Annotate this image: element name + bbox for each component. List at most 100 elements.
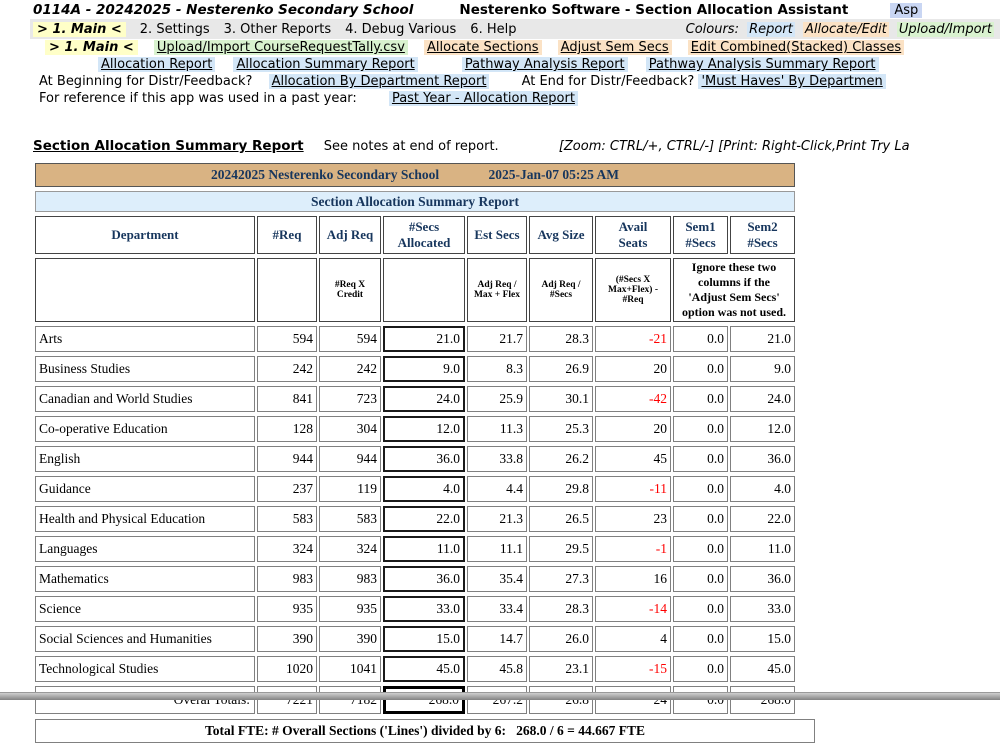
cell-avail-seats: -1 bbox=[595, 536, 671, 562]
cell-adj-req: 583 bbox=[319, 506, 381, 532]
table-row: Mathematics98398336.035.427.3160.036.0 bbox=[35, 566, 795, 592]
cell-secs-allocated: 33.0 bbox=[383, 596, 465, 622]
table-row: Technological Studies1020104145.045.823.… bbox=[35, 656, 795, 682]
table-row: English94494436.033.826.2450.036.0 bbox=[35, 446, 795, 472]
cell-avail-seats: 4 bbox=[595, 626, 671, 652]
cell-avg-size: 28.3 bbox=[529, 596, 593, 622]
cell-sem1-secs: 0.0 bbox=[673, 656, 728, 682]
cell-sem1-secs: 0.0 bbox=[673, 386, 728, 412]
col-avg-size: Avg Size bbox=[529, 216, 593, 254]
cell-est-secs: 11.3 bbox=[467, 416, 527, 442]
toolbar-row-4: For reference if this app was used in a … bbox=[30, 90, 1000, 107]
cell-req: 7221 bbox=[257, 686, 317, 714]
menu-item-main-active[interactable]: > 1. Main < bbox=[33, 22, 126, 37]
cell-req: 390 bbox=[257, 626, 317, 652]
cell-adj-req: 324 bbox=[319, 536, 381, 562]
zoom-print-hint: [Zoom: CTRL/+, CTRL/-] [Print: Right-Cli… bbox=[559, 139, 910, 154]
toolbar: > 1. Main < Upload/Import CourseRequestT… bbox=[30, 39, 1000, 107]
cell-sem2-secs: 11.0 bbox=[730, 536, 795, 562]
cell-est-secs: 267.2 bbox=[467, 686, 527, 714]
cell-secs-allocated: 9.0 bbox=[383, 356, 465, 382]
cell-sem1-secs: 0.0 bbox=[673, 536, 728, 562]
cell-adj-req: 7182 bbox=[319, 686, 381, 714]
col-sem1-secs: Sem1 #Secs bbox=[673, 216, 728, 254]
table-title: Section Allocation Summary Report bbox=[35, 191, 795, 212]
allocation-report-link[interactable]: Allocation Report bbox=[98, 57, 215, 72]
toolbar-row-2: Allocation Report Allocation Summary Rep… bbox=[30, 56, 1000, 73]
menu-item-debug-various[interactable]: 4. Debug Various bbox=[345, 22, 456, 37]
cell-adj-req: 723 bbox=[319, 386, 381, 412]
edit-combined-classes-link[interactable]: Edit Combined(Stacked) Classes bbox=[688, 40, 904, 55]
cell-sem1-secs: 0.0 bbox=[673, 446, 728, 472]
school-year-name: 20242025 Nesterenko Secondary School bbox=[211, 167, 439, 182]
totals-row: Overal Totals:72217182268.0267.226.8240.… bbox=[35, 686, 795, 714]
horizontal-scrollbar[interactable] bbox=[0, 692, 1000, 700]
cell-est-secs: 35.4 bbox=[467, 566, 527, 592]
cell-sem1-secs: 0.0 bbox=[673, 356, 728, 382]
cell-adj-req: 944 bbox=[319, 446, 381, 472]
pathway-analysis-summary-report-link[interactable]: Pathway Analysis Summary Report bbox=[646, 57, 879, 72]
allocate-sections-link[interactable]: Allocate Sections bbox=[424, 40, 541, 55]
table-title-row: Section Allocation Summary Report bbox=[35, 191, 795, 212]
cell-est-secs: 21.7 bbox=[467, 326, 527, 352]
col-req: #Req bbox=[257, 216, 317, 254]
cell-avail-seats: -15 bbox=[595, 656, 671, 682]
cell-avg-size: 29.8 bbox=[529, 476, 593, 502]
menu-item-other-reports[interactable]: 3. Other Reports bbox=[224, 22, 331, 37]
cell-req: 242 bbox=[257, 356, 317, 382]
sub-sem-note: Ignore these two columns if the 'Adjust … bbox=[673, 258, 795, 322]
pathway-analysis-report-link[interactable]: Pathway Analysis Report bbox=[462, 57, 628, 72]
table-row: Canadian and World Studies84172324.025.9… bbox=[35, 386, 795, 412]
must-haves-by-department-link[interactable]: 'Must Haves' By Departmen bbox=[698, 74, 885, 89]
menu-item-help[interactable]: 6. Help bbox=[470, 22, 516, 37]
asp-badge[interactable]: Asp bbox=[890, 3, 922, 18]
col-est-secs: Est Secs bbox=[467, 216, 527, 254]
table-row: Languages32432411.011.129.5-10.011.0 bbox=[35, 536, 795, 562]
cell-secs-allocated: 11.0 bbox=[383, 536, 465, 562]
sub-department-empty bbox=[35, 258, 255, 322]
cell-req: 841 bbox=[257, 386, 317, 412]
adjust-sem-secs-link[interactable]: Adjust Sem Secs bbox=[558, 40, 672, 55]
school-header-row: 20242025 Nesterenko Secondary School 202… bbox=[35, 163, 795, 187]
cell-req: 594 bbox=[257, 326, 317, 352]
school-context-title: 0114A - 20242025 - Nesterenko Secondary … bbox=[33, 2, 413, 18]
cell-req: 944 bbox=[257, 446, 317, 472]
cell-department: English bbox=[35, 446, 255, 472]
column-header-row: Department #Req Adj Req #Secs Allocated … bbox=[35, 216, 795, 254]
cell-secs-allocated: 268.0 bbox=[383, 686, 465, 714]
past-year-allocation-report-link[interactable]: Past Year - Allocation Report bbox=[389, 91, 578, 106]
menu-item-settings[interactable]: 2. Settings bbox=[140, 22, 210, 37]
report-note: See notes at end of report. bbox=[324, 139, 499, 154]
toolbar-main-active[interactable]: > 1. Main < bbox=[45, 40, 138, 55]
table-row: Business Studies2422429.08.326.9200.09.0 bbox=[35, 356, 795, 382]
total-fte-bar: Total FTE: # Overall Sections ('Lines') … bbox=[35, 719, 815, 743]
cell-adj-req: 242 bbox=[319, 356, 381, 382]
allocation-summary-report-link[interactable]: Allocation Summary Report bbox=[233, 57, 417, 72]
table-row: Science93593533.033.428.3-140.033.0 bbox=[35, 596, 795, 622]
cell-department: Guidance bbox=[35, 476, 255, 502]
cell-avail-seats: 20 bbox=[595, 416, 671, 442]
cell-est-secs: 33.4 bbox=[467, 596, 527, 622]
sub-secs-allocated-empty bbox=[383, 258, 465, 322]
toolbar-row-1: > 1. Main < Upload/Import CourseRequestT… bbox=[30, 39, 1000, 56]
cell-secs-allocated: 45.0 bbox=[383, 656, 465, 682]
cell-secs-allocated: 12.0 bbox=[383, 416, 465, 442]
cell-secs-allocated: 36.0 bbox=[383, 566, 465, 592]
cell-sem2-secs: 21.0 bbox=[730, 326, 795, 352]
cell-sem1-secs: 0.0 bbox=[673, 626, 728, 652]
report-page-title: Section Allocation Summary Report bbox=[33, 138, 304, 154]
cell-sem1-secs: 0.0 bbox=[673, 506, 728, 532]
cell-department: Business Studies bbox=[35, 356, 255, 382]
cell-avg-size: 26.2 bbox=[529, 446, 593, 472]
col-sem2-secs: Sem2 #Secs bbox=[730, 216, 795, 254]
titlebar: 0114A - 20242025 - Nesterenko Secondary … bbox=[0, 0, 1000, 19]
cell-req: 324 bbox=[257, 536, 317, 562]
upload-import-csv-link[interactable]: Upload/Import CourseRequestTally.csv bbox=[154, 40, 408, 55]
cell-sem2-secs: 12.0 bbox=[730, 416, 795, 442]
sub-avail-seats: (#Secs X Max+Flex) - #Req bbox=[595, 258, 671, 322]
allocation-by-department-report-link[interactable]: Allocation By Department Report bbox=[269, 74, 490, 89]
cell-avg-size: 25.3 bbox=[529, 416, 593, 442]
cell-sem1-secs: 0.0 bbox=[673, 476, 728, 502]
cell-department: Canadian and World Studies bbox=[35, 386, 255, 412]
cell-req: 583 bbox=[257, 506, 317, 532]
